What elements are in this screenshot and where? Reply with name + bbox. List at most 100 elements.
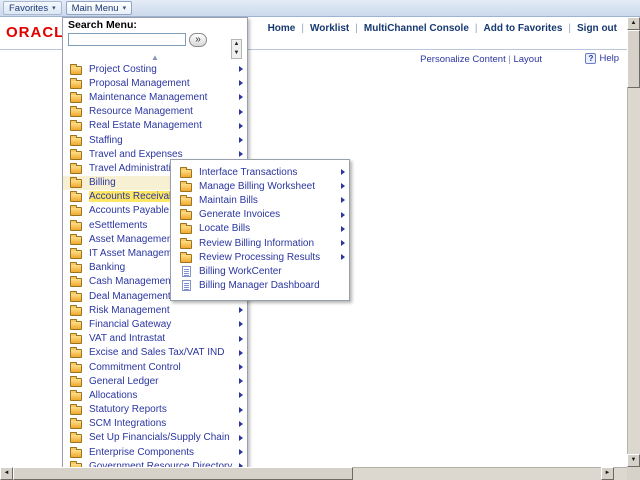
menu-item[interactable]: Excise and Sales Tax/VAT IND — [63, 346, 247, 360]
sign-out-link[interactable]: Sign out — [577, 23, 617, 34]
menu-item[interactable]: VAT and Intrastat — [63, 332, 247, 346]
spinner-down-icon[interactable]: ▼ — [232, 49, 241, 58]
folder-icon — [180, 225, 192, 234]
folder-icon — [70, 335, 82, 344]
submenu-item-label: Maintain Bills — [199, 195, 341, 206]
expand-arrow-icon — [239, 80, 243, 86]
scrollbar-up-icon[interactable]: ▲ — [627, 17, 640, 30]
menu-scroll-spinner: ▲ ▼ — [231, 39, 242, 59]
folder-icon — [70, 278, 82, 287]
submenu-item-label: Interface Transactions — [199, 167, 341, 178]
expand-arrow-icon — [239, 435, 243, 441]
submenu-item-billing-workcenter[interactable]: Billing WorkCenter — [171, 264, 349, 278]
expand-arrow-icon — [239, 336, 243, 342]
submenu-item[interactable]: Interface Transactions — [171, 165, 349, 179]
submenu-item-label: Review Billing Information — [199, 238, 341, 249]
menu-item[interactable]: Project Costing — [63, 62, 247, 76]
expand-arrow-icon — [341, 240, 345, 246]
menu-item[interactable]: Risk Management — [63, 303, 247, 317]
expand-arrow-icon — [239, 94, 243, 100]
vertical-scrollbar-thumb[interactable] — [627, 30, 640, 88]
nav-multichannel-console-link[interactable]: MultiChannel Console — [364, 23, 469, 34]
main-menu-button[interactable]: Main Menu ▾ — [66, 1, 133, 15]
personalize-content-link[interactable]: Personalize Content — [420, 54, 506, 65]
expand-arrow-icon — [239, 407, 243, 413]
expand-arrow-icon — [341, 183, 345, 189]
menu-item-label: Project Costing — [89, 64, 239, 75]
menu-item[interactable]: Statutory Reports — [63, 403, 247, 417]
folder-icon — [70, 264, 82, 273]
scrollbar-down-icon[interactable]: ▼ — [627, 454, 640, 467]
menu-item[interactable]: General Ledger — [63, 374, 247, 388]
expand-arrow-icon — [341, 226, 345, 232]
folder-icon — [70, 434, 82, 443]
expand-arrow-icon — [239, 392, 243, 398]
folder-icon — [70, 165, 82, 174]
menu-item-label: Resource Management — [89, 106, 239, 117]
nav-separator: | — [301, 23, 304, 34]
submenu-item[interactable]: Generate Invoices — [171, 208, 349, 222]
submenu-item[interactable]: Review Processing Results — [171, 250, 349, 264]
menu-item-label: Commitment Control — [89, 362, 239, 373]
menu-item[interactable]: Proposal Management — [63, 76, 247, 90]
nav-add-to-favorites-link[interactable]: Add to Favorites — [483, 23, 562, 34]
folder-icon — [70, 94, 82, 103]
expand-arrow-icon — [341, 197, 345, 203]
submenu-item[interactable]: Review Billing Information — [171, 236, 349, 250]
menu-item[interactable]: Staffing — [63, 133, 247, 147]
menu-item-label: Allocations — [89, 390, 239, 401]
menu-item-label: SCM Integrations — [89, 418, 239, 429]
nav-home-link[interactable]: Home — [268, 23, 296, 34]
search-go-button[interactable]: » — [189, 33, 207, 47]
scrollbar-corner — [627, 467, 640, 480]
help-link[interactable]: ? Help — [585, 53, 619, 64]
menu-item-label: Maintenance Management — [89, 92, 239, 103]
folder-icon — [70, 420, 82, 429]
menu-scroll-up-icon[interactable]: ▲ — [63, 54, 247, 62]
folder-icon — [180, 183, 192, 192]
nav-separator: | — [355, 23, 358, 34]
folder-icon — [70, 207, 82, 216]
folder-icon — [70, 293, 82, 302]
folder-icon — [180, 211, 192, 220]
scrollbar-left-icon[interactable]: ◄ — [0, 467, 13, 480]
menu-item-label: Real Estate Management — [89, 120, 239, 131]
folder-icon — [180, 240, 192, 249]
expand-arrow-icon — [239, 378, 243, 384]
menu-item[interactable]: Enterprise Components — [63, 445, 247, 459]
folder-icon — [180, 254, 192, 263]
expand-arrow-icon — [239, 364, 243, 370]
folder-icon — [70, 250, 82, 259]
scrollbar-right-icon[interactable]: ► — [601, 467, 614, 480]
spinner-up-icon[interactable]: ▲ — [232, 40, 241, 49]
menu-item[interactable]: Set Up Financials/Supply Chain — [63, 431, 247, 445]
help-icon: ? — [585, 53, 596, 64]
personalize-links: Personalize Content | Layout — [420, 54, 542, 65]
menu-item[interactable]: SCM Integrations — [63, 417, 247, 431]
expand-arrow-icon — [239, 137, 243, 143]
menu-item[interactable]: Resource Management — [63, 105, 247, 119]
favorites-menu-button[interactable]: Favorites ▾ — [3, 1, 62, 15]
expand-arrow-icon — [341, 169, 345, 175]
menu-item-label: Statutory Reports — [89, 404, 239, 415]
menu-search-input[interactable] — [68, 33, 186, 46]
menu-item[interactable]: Allocations — [63, 388, 247, 402]
menu-item-label: VAT and Intrastat — [89, 333, 239, 344]
vertical-scrollbar[interactable]: ▲ ▼ — [627, 17, 640, 467]
menu-item[interactable]: Financial Gateway — [63, 317, 247, 331]
layout-link[interactable]: Layout — [513, 54, 542, 65]
horizontal-scrollbar[interactable]: ◄ ► — [0, 467, 627, 480]
menu-item[interactable]: Real Estate Management — [63, 119, 247, 133]
menu-item[interactable]: Commitment Control — [63, 360, 247, 374]
nav-worklist-link[interactable]: Worklist — [310, 23, 349, 34]
submenu-item[interactable]: Locate Bills — [171, 222, 349, 236]
horizontal-scrollbar-thumb[interactable] — [13, 467, 353, 480]
folder-icon — [70, 108, 82, 117]
submenu-item[interactable]: Maintain Bills — [171, 193, 349, 207]
menu-item[interactable]: Maintenance Management — [63, 90, 247, 104]
submenu-item[interactable]: Manage Billing Worksheet — [171, 179, 349, 193]
folder-icon — [70, 392, 82, 401]
top-menubar: Favorites ▾ Main Menu ▾ — [0, 0, 640, 17]
submenu-item-billing-manager-dashboard[interactable]: Billing Manager Dashboard — [171, 279, 349, 293]
submenu-item-label: Review Processing Results — [199, 252, 341, 263]
